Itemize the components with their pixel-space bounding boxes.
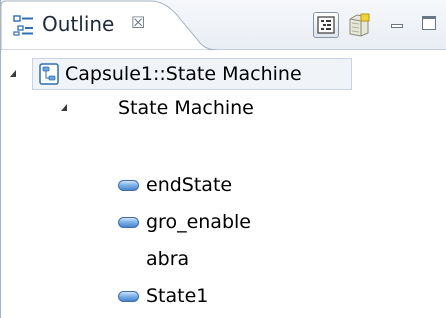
outline-view: Outline ☒ Capsule1::State Machine State … (0, 0, 446, 318)
tree-node-root[interactable]: Capsule1::State Machine (1, 56, 446, 92)
state-machine-icon (39, 63, 59, 85)
tree-layout-button[interactable] (313, 12, 339, 38)
tree-node-state1[interactable]: State1 (1, 279, 446, 315)
maximize-icon[interactable] (422, 16, 436, 30)
tree-layout-icon (317, 16, 335, 34)
view-tab-bar: Outline ☒ (1, 0, 446, 50)
tree-node-abra[interactable]: abra (1, 242, 446, 278)
filter-button[interactable] (345, 12, 371, 38)
outline-view-icon (13, 14, 35, 36)
tree-node-gro-enable[interactable]: gro_enable (1, 205, 446, 241)
expanded-twisty-icon[interactable] (61, 104, 67, 111)
expanded-twisty-icon[interactable] (10, 70, 16, 77)
tree-node-label: gro_enable (146, 211, 251, 233)
tree-node-label: endState (146, 174, 233, 196)
tree-node-endstate[interactable]: endState (1, 168, 446, 204)
tree-node-label: State Machine (118, 97, 254, 119)
state-icon (118, 217, 139, 228)
filter-icon (349, 13, 370, 37)
outline-tree: Capsule1::State Machine State Machine en… (1, 50, 446, 318)
tree-node-label: State1 (146, 285, 209, 307)
view-title[interactable]: Outline (42, 12, 114, 36)
tree-node-state-machine[interactable]: State Machine (1, 90, 446, 126)
close-icon[interactable]: ☒ (131, 13, 145, 33)
state-icon (118, 180, 139, 191)
state-icon (118, 291, 139, 302)
minimize-icon[interactable] (391, 24, 403, 28)
tree-node-label: abra (146, 248, 190, 270)
tree-node-label: Capsule1::State Machine (65, 63, 302, 85)
